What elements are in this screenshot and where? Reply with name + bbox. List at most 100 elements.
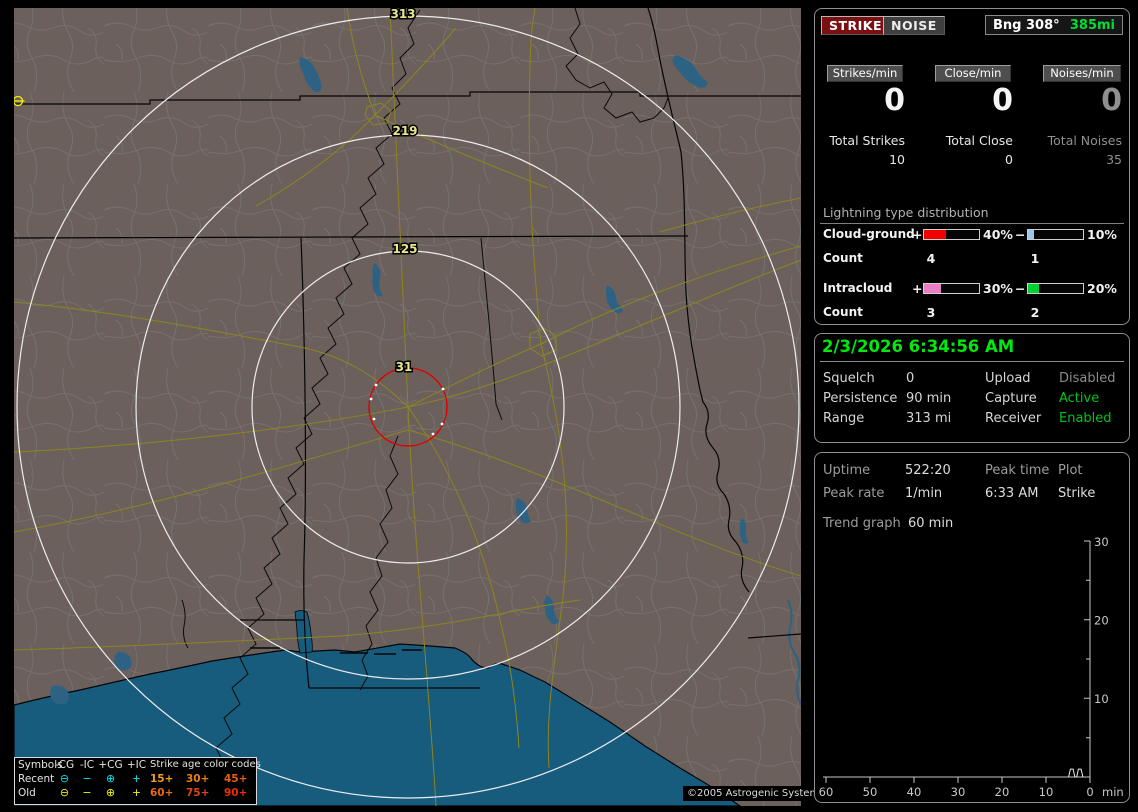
- distribution-title: Lightning type distribution: [823, 205, 989, 220]
- ic-minus-pct: 20%: [1087, 281, 1117, 296]
- range-label: Range: [823, 411, 865, 426]
- datetime-divider: [820, 361, 1124, 362]
- old-neg-ic-icon: −: [82, 786, 92, 799]
- status-row-persistence: Persistence 90 min Capture Active: [815, 391, 1129, 409]
- uptime-label: Uptime: [823, 463, 871, 478]
- squelch-value: 0: [906, 371, 915, 386]
- cg-plus-count: 4: [926, 251, 936, 266]
- receiver-label: Receiver: [985, 411, 1042, 426]
- age-30: 30+: [186, 773, 210, 785]
- legend-header-row: Symbols -CG -IC +CG +IC Strike age color…: [15, 758, 261, 772]
- age-75: 75+: [186, 787, 210, 799]
- old-pos-ic-icon: +: [131, 786, 142, 799]
- ic-minus-sign: −: [1015, 281, 1026, 296]
- legend-pos-cg-header: +CG: [98, 759, 123, 771]
- strikes-per-min-value: 0: [884, 83, 905, 118]
- ring-label-219: 219: [392, 124, 417, 138]
- cg-minus-pct: 10%: [1087, 227, 1117, 242]
- persistence-value: 90 min: [906, 391, 952, 406]
- distribution-divider: [820, 223, 1124, 224]
- intracloud-label: Intracloud: [823, 281, 893, 295]
- bearing-value: Bng 308°: [993, 17, 1060, 33]
- ic-plus-bar-fill: [924, 284, 941, 293]
- status-row-range: Range 313 mi Receiver Enabled: [815, 411, 1129, 429]
- svg-text:20: 20: [995, 785, 1010, 799]
- map-legend: Symbols -CG -IC +CG +IC Strike age color…: [14, 757, 261, 805]
- trend-panel: Uptime 522:20 Peak time Plot Peak rate 1…: [814, 452, 1130, 803]
- lightning-map[interactable]: 313 219 125 31: [14, 8, 801, 806]
- cg-plus-sign: +: [912, 227, 923, 242]
- ring-label-313: 313: [390, 8, 415, 21]
- ic-minus-count: 2: [1030, 305, 1040, 320]
- cg-plus-bar: [923, 229, 980, 240]
- noises-per-min-value: 0: [1101, 83, 1122, 118]
- receiver-status: Enabled: [1059, 411, 1112, 426]
- peak-time-label: Peak time: [985, 463, 1050, 478]
- svg-text:10: 10: [1039, 785, 1054, 799]
- svg-text:30: 30: [1094, 535, 1109, 549]
- svg-text:10: 10: [1094, 692, 1109, 706]
- close-per-min-chip: Close/min: [935, 65, 1011, 82]
- trend-x-tick-labels: 60 50 40 30 20 10 0 min: [819, 785, 1124, 799]
- persistence-label: Persistence: [823, 391, 898, 406]
- cloud-ground-label: Cloud-ground: [823, 227, 915, 241]
- recent-pos-cg-icon: ⊕: [105, 772, 116, 785]
- recent-neg-cg-icon: ⊖: [59, 772, 70, 785]
- legend-recent-row: Recent ⊖ − ⊕ + 15+ 30+ 45+: [15, 772, 256, 786]
- datetime-display: 2/3/2026 6:34:56 AM: [822, 337, 1015, 356]
- ic-plus-bar: [923, 283, 980, 294]
- svg-text:60: 60: [819, 785, 834, 799]
- close-per-min-value: 0: [992, 83, 1013, 118]
- trend-graph: 30 20 10 60 50 40 30 20 10 0 min: [819, 535, 1124, 799]
- peak-time-value: 6:33 AM: [985, 486, 1039, 501]
- capture-status: Active: [1059, 391, 1100, 406]
- cg-plus-bar-fill: [924, 230, 946, 239]
- upload-status: Disabled: [1059, 371, 1116, 386]
- total-noises-label: Total Noises: [1047, 133, 1122, 148]
- ic-plus-sign: +: [912, 281, 923, 296]
- capture-label: Capture: [985, 391, 1037, 406]
- legend-neg-ic-header: -IC: [79, 759, 95, 771]
- cg-minus-sign: −: [1015, 227, 1026, 242]
- cg-minus-bar: [1027, 229, 1084, 240]
- bearing-readout: Bng 308° 385mi: [985, 15, 1123, 35]
- counters-panel: STRIKE NOISE Bng 308° 385mi Strikes/min …: [814, 8, 1130, 325]
- status-row-squelch: Squelch 0 Upload Disabled: [815, 371, 1129, 389]
- svg-text:20: 20: [1094, 614, 1109, 628]
- age-90: 90+: [224, 787, 248, 799]
- age-60: 60+: [150, 787, 174, 799]
- legend-old-label: Old: [18, 787, 36, 799]
- legend-neg-cg-header: -CG: [54, 759, 75, 771]
- noises-per-min-chip: Noises/min: [1043, 65, 1121, 82]
- cg-minus-count: 1: [1030, 251, 1040, 266]
- range-value: 313 mi: [906, 411, 952, 426]
- trend-row-2: Peak rate 1/min 6:33 AM Strike: [815, 486, 1129, 504]
- cg-count-label: Count: [823, 251, 863, 265]
- strike-mode-button[interactable]: STRIKE: [821, 16, 891, 35]
- trend-y-tick-labels: 30 20 10: [1094, 535, 1109, 706]
- recent-neg-ic-icon: −: [82, 772, 92, 785]
- total-strikes-value: 10: [889, 152, 905, 167]
- plot-mode-value: Strike: [1058, 486, 1096, 501]
- svg-text:0: 0: [1086, 785, 1093, 799]
- trend-row-3: Trend graph 60 min: [815, 516, 1129, 534]
- ring-label-125: 125: [392, 242, 417, 256]
- uptime-value: 522:20: [905, 463, 951, 478]
- strikes-per-min-chip: Strikes/min: [827, 65, 903, 82]
- trend-graph-label: Trend graph: [823, 516, 901, 531]
- trend-x-unit: min: [1102, 785, 1124, 799]
- cg-minus-bar-fill: [1028, 230, 1034, 239]
- legend-recent-label: Recent: [18, 773, 55, 785]
- squelch-label: Squelch: [823, 371, 875, 386]
- noise-mode-button[interactable]: NOISE: [883, 16, 945, 35]
- trend-row-1: Uptime 522:20 Peak time Plot: [815, 463, 1129, 481]
- total-close-value: 0: [1005, 152, 1013, 167]
- age-15: 15+: [150, 773, 174, 785]
- peak-rate-value: 1/min: [905, 486, 943, 501]
- old-neg-cg-icon: ⊖: [59, 786, 70, 799]
- legend-symbols-header: Symbols: [18, 759, 63, 771]
- recent-pos-ic-icon: +: [131, 772, 142, 785]
- svg-text:50: 50: [863, 785, 878, 799]
- svg-text:40: 40: [907, 785, 922, 799]
- trend-axes: [823, 540, 1091, 783]
